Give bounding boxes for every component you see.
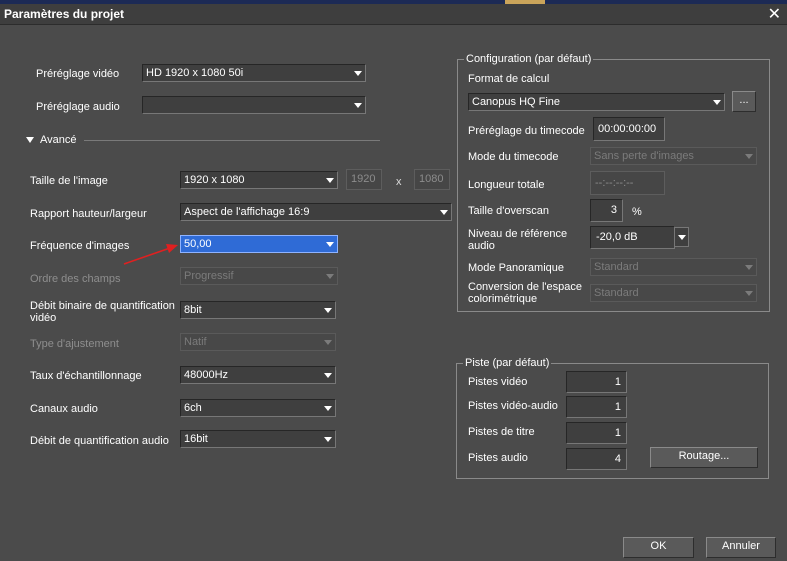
audio-tracks-field[interactable]: 4 — [566, 448, 627, 470]
field-order-label: Ordre des champs — [30, 273, 121, 285]
render-format-select[interactable]: Canopus HQ Fine — [468, 93, 725, 111]
title-tracks-field[interactable]: 1 — [566, 422, 627, 444]
audio-ref-label: Niveau de référence audio — [468, 228, 568, 252]
va-tracks-label: Pistes vidéo-audio — [468, 400, 558, 412]
chevron-down-icon — [678, 235, 686, 240]
tc-mode-label: Mode du timecode — [468, 151, 559, 163]
tc-preset-label: Préréglage du timecode — [468, 125, 585, 137]
total-length-field: --:--:--:-- — [590, 171, 665, 195]
bitdepth-label: Débit binaire de quantification vidéo — [30, 300, 175, 324]
audio-channels-value: 6ch — [184, 402, 202, 414]
bitdepth-value: 8bit — [184, 304, 202, 316]
overscan-unit: % — [632, 206, 642, 218]
chevron-down-icon — [324, 373, 332, 378]
tc-mode-select: Sans perte d'images — [590, 147, 757, 165]
routing-button[interactable]: Routage... — [650, 447, 758, 468]
chevron-down-icon — [326, 274, 334, 279]
chevron-down-icon — [324, 437, 332, 442]
colorspace-value: Standard — [594, 287, 639, 299]
render-format-value: Canopus HQ Fine — [472, 96, 561, 108]
audio-ref-field[interactable]: -20,0 dB — [590, 226, 675, 249]
fit-type-select: Natif — [180, 333, 336, 351]
chevron-down-icon — [745, 154, 753, 159]
sample-rate-select[interactable]: 48000Hz — [180, 366, 336, 384]
sample-rate-value: 48000Hz — [184, 369, 229, 381]
chevron-down-icon — [324, 308, 332, 313]
audio-ref-spinner[interactable] — [674, 227, 689, 247]
tc-mode-value: Sans perte d'images — [594, 150, 694, 162]
pan-mode-value: Standard — [594, 261, 639, 273]
fit-type-value: Natif — [184, 336, 207, 348]
fit-type-label: Type d'ajustement — [30, 338, 119, 350]
overscan-field[interactable]: 3 — [590, 199, 623, 222]
chevron-down-icon — [324, 340, 332, 345]
annotation-arrow-line — [123, 247, 171, 265]
chevron-down-icon — [745, 265, 753, 270]
va-tracks-field[interactable]: 1 — [566, 396, 627, 418]
audio-quant-label: Débit de quantification audio — [30, 435, 169, 447]
ok-button[interactable]: OK — [623, 537, 694, 558]
tc-preset-field[interactable]: 00:00:00:00 — [593, 117, 665, 141]
video-tracks-field[interactable]: 1 — [566, 371, 627, 393]
config-group-title: Configuration (par défaut) — [464, 53, 594, 65]
sample-rate-label: Taux d'échantillonnage — [30, 370, 142, 382]
audio-channels-select[interactable]: 6ch — [180, 399, 336, 417]
chevron-down-icon — [713, 100, 721, 105]
colorspace-select: Standard — [590, 284, 757, 302]
cancel-button[interactable]: Annuler — [706, 537, 776, 558]
bitdepth-select[interactable]: 8bit — [180, 301, 336, 319]
pan-mode-label: Mode Panoramique — [468, 262, 565, 274]
title-tracks-label: Pistes de titre — [468, 426, 535, 438]
total-length-label: Longueur totale — [468, 179, 545, 191]
annotation-arrow-head — [166, 244, 178, 253]
audio-quant-select[interactable]: 16bit — [180, 430, 336, 448]
field-order-value: Progressif — [184, 270, 234, 282]
overscan-label: Taille d'overscan — [468, 205, 549, 217]
chevron-down-icon — [324, 406, 332, 411]
colorspace-label: Conversion de l'espace colorimétrique — [468, 281, 583, 305]
audio-quant-value: 16bit — [184, 433, 208, 445]
field-order-select: Progressif — [180, 267, 338, 285]
browse-button[interactable]: ... — [732, 91, 756, 112]
video-tracks-label: Pistes vidéo — [468, 376, 528, 388]
render-format-label: Format de calcul — [468, 73, 550, 85]
pan-mode-select: Standard — [590, 258, 757, 276]
audio-tracks-label: Pistes audio — [468, 452, 528, 464]
audio-channels-label: Canaux audio — [30, 403, 98, 415]
chevron-down-icon — [745, 291, 753, 296]
tracks-group-title: Piste (par défaut) — [463, 357, 552, 369]
